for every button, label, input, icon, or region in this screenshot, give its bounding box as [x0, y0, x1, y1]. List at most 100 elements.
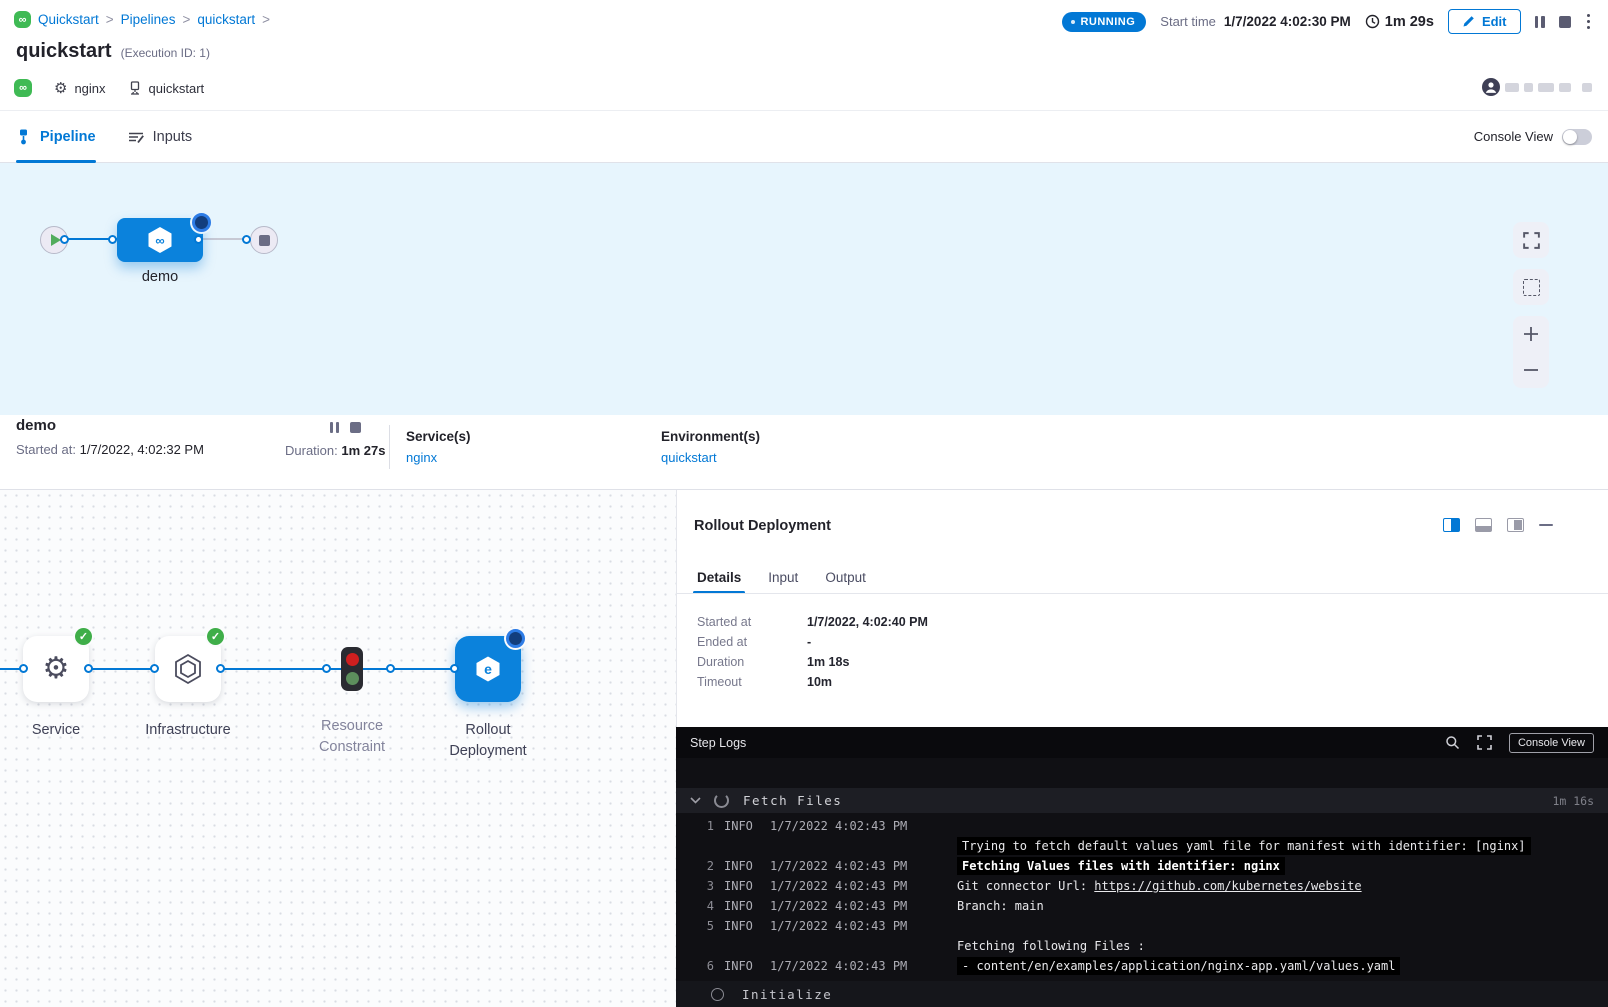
node-port	[386, 664, 395, 673]
status-dot-icon	[1071, 20, 1075, 24]
redacted-text	[1559, 83, 1571, 92]
start-time-value: 1/7/2022 4:02:30 PM	[1224, 14, 1351, 29]
detail-row: Timeout 10m	[697, 672, 928, 692]
pipeline-execution-page: ∞ Quickstart > Pipelines > quickstart > …	[0, 0, 1608, 1007]
step-details-panel: Rollout Deployment Details Input Output …	[676, 490, 1608, 727]
log-section-name: Fetch Files	[743, 793, 842, 808]
more-options-button[interactable]	[1585, 12, 1593, 32]
layout-bottom-split-button[interactable]	[1475, 518, 1492, 532]
success-check-icon: ✓	[75, 628, 92, 645]
console-view-toggle[interactable]	[1562, 129, 1592, 145]
breadcrumb-project[interactable]: Quickstart	[38, 12, 99, 27]
tab-output[interactable]: Output	[825, 563, 866, 591]
panel-layout-controls	[1443, 518, 1553, 532]
service-link[interactable]: nginx	[406, 450, 471, 465]
stage-label: demo	[117, 269, 203, 285]
divider	[677, 593, 1608, 594]
step-node-service[interactable]: ⚙	[23, 636, 89, 702]
tab-details[interactable]: Details	[697, 563, 741, 591]
console-view-button[interactable]: Console View	[1509, 733, 1594, 753]
layout-panel-button[interactable]	[1507, 518, 1524, 532]
canvas-zoom-controls	[1513, 316, 1549, 388]
service-tag[interactable]: ⚙ nginx	[54, 81, 106, 96]
stage-node-demo[interactable]: ∞	[117, 218, 203, 262]
edge	[89, 668, 155, 670]
delegate-icon	[128, 81, 142, 95]
edge	[363, 668, 455, 670]
log-line: 2 INFO 1/7/2022 4:02:43 PM Fetching Valu…	[676, 856, 1608, 876]
minimize-panel-button[interactable]	[1539, 524, 1553, 527]
breadcrumb-separator: >	[182, 12, 190, 27]
step-label-rollout-deployment: Rollout Deployment	[433, 720, 543, 762]
title-row: quickstart (Execution ID: 1)	[16, 40, 210, 63]
console-view-control: Console View	[1474, 129, 1592, 145]
log-line: 5 INFO 1/7/2022 4:02:43 PM	[676, 916, 1608, 936]
stop-execution-button[interactable]	[1559, 16, 1571, 28]
layout-right-split-button[interactable]	[1443, 518, 1460, 532]
detail-row: Ended at -	[697, 632, 928, 652]
redacted-text	[1524, 83, 1533, 92]
stage-info-name: demo	[16, 417, 56, 434]
step-logs-header: Step Logs Console View	[676, 727, 1608, 758]
stage-duration: Duration: 1m 27s	[285, 443, 385, 458]
play-icon	[51, 234, 61, 246]
environments-column: Environment(s) quickstart	[661, 429, 760, 465]
tab-pipeline[interactable]: Pipeline	[16, 111, 96, 162]
pending-circle-icon	[711, 988, 724, 1001]
chevron-down-icon	[690, 797, 701, 804]
canvas-fullscreen-button[interactable]	[1513, 222, 1549, 258]
pause-execution-button[interactable]	[1535, 16, 1545, 28]
stage-running-spinner	[192, 213, 211, 232]
zoom-out-button[interactable]	[1513, 353, 1549, 387]
node-port	[60, 235, 69, 244]
pencil-icon	[1462, 15, 1475, 28]
fullscreen-icon	[1523, 232, 1540, 249]
clock-icon	[1365, 14, 1380, 29]
redacted-text	[1505, 83, 1519, 92]
services-column: Service(s) nginx	[406, 429, 471, 465]
step-logs-title: Step Logs	[690, 736, 746, 750]
step-node-infrastructure[interactable]	[155, 636, 221, 702]
minus-icon	[1523, 362, 1539, 378]
breadcrumb-pipelines[interactable]: Pipelines	[121, 12, 176, 27]
step-label-service: Service	[0, 720, 131, 741]
toggle-knob	[1563, 130, 1577, 144]
loading-spinner-icon	[714, 793, 729, 808]
expand-logs-icon[interactable]	[1477, 735, 1492, 750]
avatar-icon	[1482, 78, 1500, 96]
log-link[interactable]: https://github.com/kubernetes/website	[1094, 879, 1361, 893]
step-node-resource-constraint[interactable]	[341, 647, 363, 691]
user-info-row	[1482, 78, 1592, 96]
log-lines: 1 INFO 1/7/2022 4:02:43 PM Trying to fet…	[676, 813, 1608, 976]
log-line: Fetching following Files :	[676, 936, 1608, 956]
log-section-fetch-files[interactable]: Fetch Files 1m 16s	[676, 788, 1608, 813]
search-icon[interactable]	[1445, 735, 1460, 750]
log-line: 4 INFO 1/7/2022 4:02:43 PM Branch: main	[676, 896, 1608, 916]
stage-graph-canvas: ∞ demo	[0, 163, 1608, 415]
node-port	[108, 235, 117, 244]
edit-button[interactable]: Edit	[1448, 9, 1521, 34]
view-tabbar: Pipeline Inputs Console View	[0, 110, 1608, 163]
inputs-icon	[128, 130, 144, 144]
node-port	[150, 664, 159, 673]
tab-input[interactable]: Input	[768, 563, 798, 591]
environments-label: Environment(s)	[661, 429, 760, 444]
node-port	[84, 664, 93, 673]
stage-pause-button[interactable]	[330, 422, 339, 433]
zoom-in-button[interactable]	[1513, 317, 1549, 351]
stage-stop-button[interactable]	[350, 422, 361, 433]
log-line: 3 INFO 1/7/2022 4:02:43 PM Git connector…	[676, 876, 1608, 896]
gear-icon: ⚙	[54, 81, 67, 96]
environment-link[interactable]: quickstart	[661, 450, 760, 465]
tab-inputs[interactable]: Inputs	[128, 111, 193, 162]
node-port	[194, 235, 203, 244]
environment-tag[interactable]: quickstart	[128, 81, 205, 96]
log-section-initialize[interactable]: Initialize	[676, 981, 1608, 1007]
divider	[389, 425, 390, 469]
breadcrumb-pipeline-name[interactable]: quickstart	[197, 12, 255, 27]
stage-info-bar: demo Started at: 1/7/2022, 4:02:32 PM Du…	[0, 415, 1608, 490]
log-section-name: Initialize	[742, 987, 832, 1002]
canvas-fit-button[interactable]	[1513, 269, 1549, 305]
end-node[interactable]	[250, 226, 278, 254]
cd-module-icon: ∞	[14, 79, 32, 97]
